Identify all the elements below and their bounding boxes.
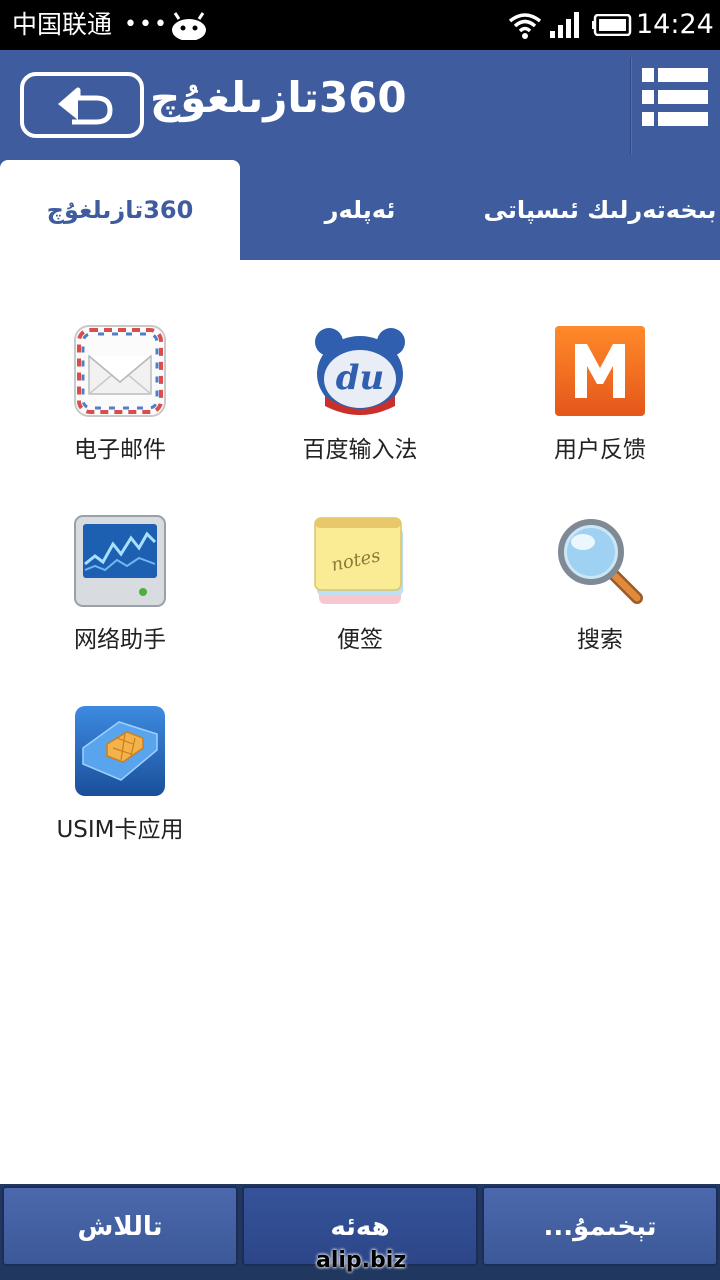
app-usim-card[interactable]: USIM卡应用 [0,640,240,843]
signal-icon [550,12,579,38]
svg-text:du: du [336,358,385,398]
status-bar: 中国联通 ••• 14:24 [0,0,720,50]
tab-360-cleaner[interactable]: 360تازىلغۇچ [0,160,240,260]
app-label: 搜索 [577,627,623,653]
app-grid: 电子邮件 du 百度输入法 用户反馈 网络助手 notes 便签 搜索 USIM… [0,260,720,1180]
watermark: alip.biz [316,1248,407,1273]
app-notes[interactable]: notes 便签 [240,450,480,653]
wifi-icon [508,13,542,39]
app-user-feedback[interactable]: 用户反馈 [480,260,720,463]
sim-card-icon [75,706,165,796]
app-label: 便签 [337,627,383,653]
page-title: 360تازىلغۇچ [150,73,407,122]
notification-dots: ••• [124,12,169,37]
magnifier-icon [558,519,643,604]
android-icon [172,12,206,40]
more-button[interactable]: تېخىمۇ... [482,1186,718,1266]
mail-envelope-icon [74,325,166,417]
tab-bar: 360تازىلغۇچ ئەپلەر بىخەتەرلىك ئىسپاتى [0,160,720,260]
m-feedback-icon [555,326,645,416]
battery-icon [592,14,632,36]
select-button[interactable]: تاللاش [2,1186,238,1266]
list-menu-icon[interactable] [640,64,710,132]
back-button[interactable] [20,72,144,138]
app-email[interactable]: 电子邮件 [0,260,240,463]
header-divider [630,58,632,154]
network-monitor-icon [74,515,166,607]
app-baidu-input[interactable]: du 百度输入法 [240,260,480,463]
app-search[interactable]: 搜索 [480,450,720,653]
baidu-du-icon: du [315,328,405,415]
back-arrow-icon [58,87,113,125]
notes-icon: notes [314,517,403,604]
app-header: 360تازىلغۇچ [0,50,720,160]
carrier-label: 中国联通 [12,10,113,39]
clock: 14:24 [636,9,714,40]
tab-security-certificate[interactable]: بىخەتەرلىك ئىسپاتى [480,160,720,260]
app-label: USIM卡应用 [56,817,184,843]
app-network-assistant[interactable]: 网络助手 [0,450,240,653]
tab-apps[interactable]: ئەپلەر [240,160,480,260]
